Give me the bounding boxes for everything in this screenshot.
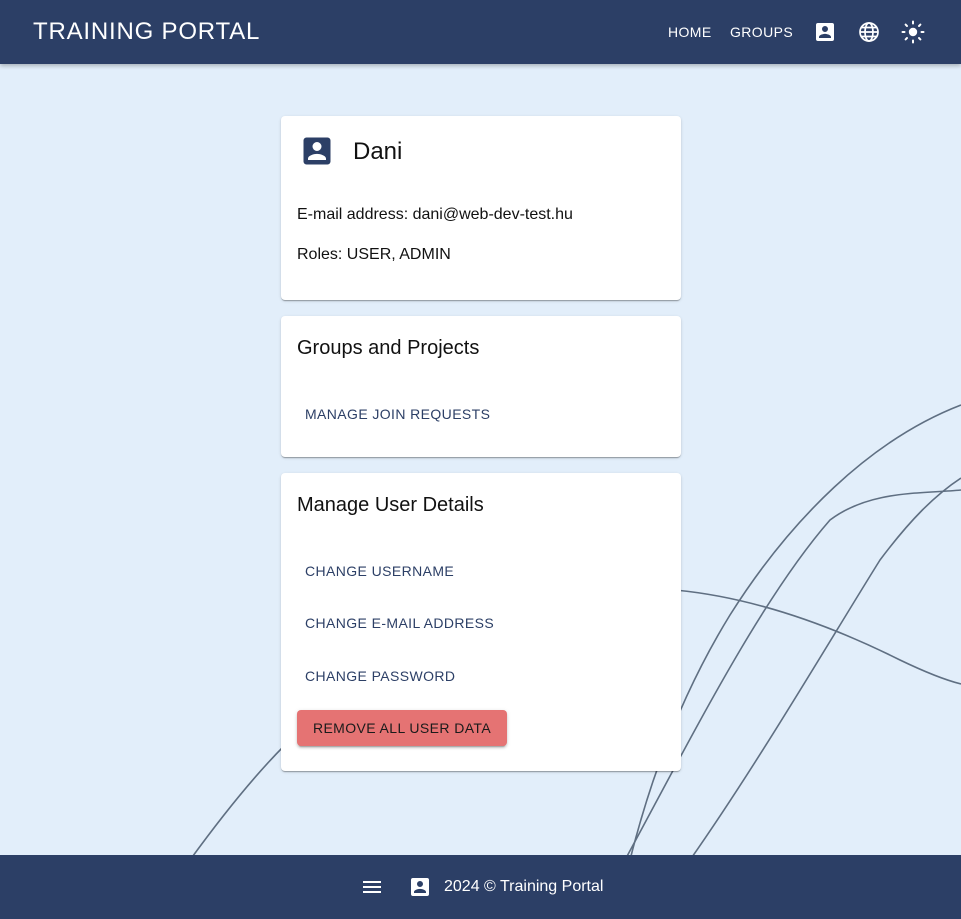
user-details-card-title: Manage User Details [297, 494, 484, 516]
profile-username: Dani [353, 138, 403, 165]
change-password-button[interactable]: CHANGE PASSWORD [297, 658, 463, 694]
app-title[interactable]: TRAINING PORTAL [33, 16, 260, 48]
account-box-icon[interactable] [408, 875, 432, 899]
change-username-button[interactable]: CHANGE USERNAME [297, 553, 462, 589]
light-mode-sun-icon[interactable] [901, 20, 925, 44]
profile-email: E-mail address: dani@web-dev-test.hu [297, 206, 573, 223]
footer: 2024 © Training Portal [0, 855, 961, 919]
footer-copyright: 2024 © Training Portal [444, 878, 604, 895]
profile-roles: Roles: USER, ADMIN [297, 246, 451, 263]
nav-groups-link[interactable]: GROUPS [730, 23, 793, 41]
app-bar: TRAINING PORTAL HOME GROUPS [0, 0, 961, 64]
remove-all-user-data-button[interactable]: REMOVE ALL USER DATA [297, 710, 507, 746]
menu-icon[interactable] [360, 875, 384, 899]
profile-card: Dani E-mail address: dani@web-dev-test.h… [281, 116, 681, 300]
account-box-icon[interactable] [813, 20, 837, 44]
nav-home-link[interactable]: HOME [668, 23, 712, 41]
account-box-icon [299, 133, 335, 169]
manage-join-requests-button[interactable]: MANAGE JOIN REQUESTS [297, 396, 498, 432]
groups-projects-card: Groups and Projects MANAGE JOIN REQUESTS [281, 316, 681, 457]
groups-card-title: Groups and Projects [297, 337, 480, 359]
manage-user-details-card: Manage User Details CHANGE USERNAME CHAN… [281, 473, 681, 771]
language-globe-icon[interactable] [857, 20, 881, 44]
change-email-button[interactable]: CHANGE E-MAIL ADDRESS [297, 605, 502, 641]
